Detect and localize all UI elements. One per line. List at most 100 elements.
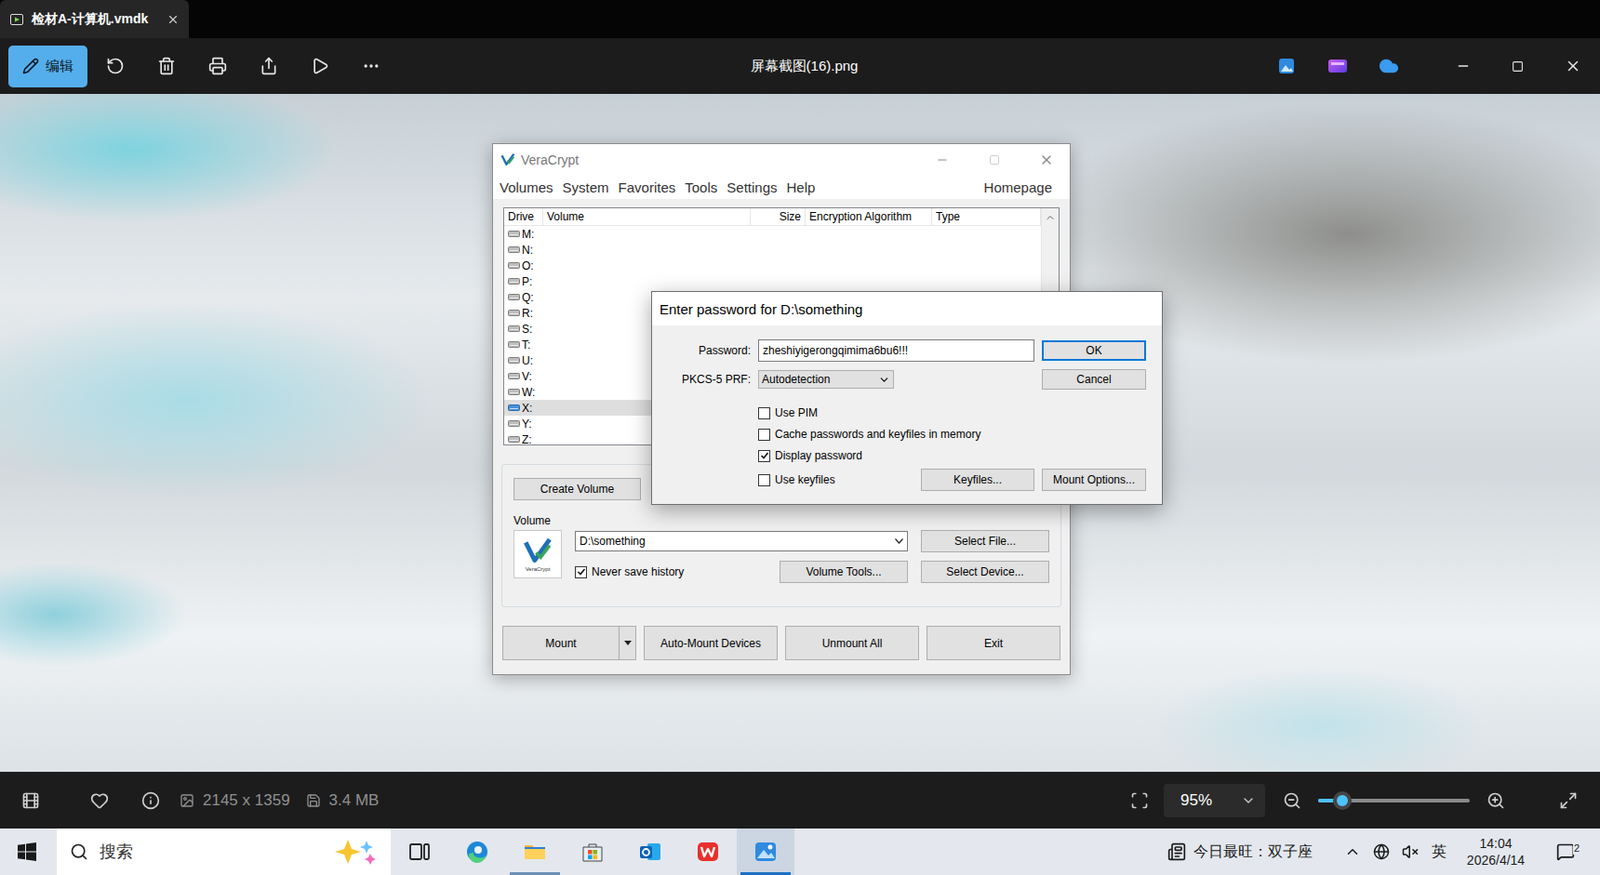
file-tab[interactable]: 检材A-计算机.vmdk <box>0 0 189 39</box>
menu-item[interactable]: System <box>558 179 614 196</box>
create-volume-button[interactable]: Create Volume <box>513 478 641 501</box>
zoom-slider[interactable] <box>1318 799 1470 803</box>
input-method-button[interactable]: 英 <box>1426 833 1453 871</box>
menu-item[interactable]: Help <box>781 179 820 196</box>
clock[interactable]: 14:042026/4/14 <box>1458 835 1534 869</box>
option-checkbox[interactable]: Cache passwords and keyfiles in memory <box>758 426 1147 443</box>
vc-close-button[interactable] <box>1023 144 1070 175</box>
action-button[interactable]: Unmount All <box>785 626 920 661</box>
zoom-slider-thumb[interactable] <box>1333 791 1352 811</box>
news-widget[interactable]: 今日最旺：双子座 <box>1167 842 1313 863</box>
checkbox[interactable] <box>758 474 771 487</box>
fullscreen-button[interactable] <box>1549 782 1587 820</box>
option-checkbox[interactable]: Display password <box>758 447 1147 465</box>
taskbar-app[interactable] <box>563 828 622 875</box>
zoom-in-button[interactable] <box>1477 782 1515 820</box>
maximize-button[interactable] <box>1490 47 1546 86</box>
clipchamp-button[interactable] <box>1319 47 1357 85</box>
zoom-dropdown[interactable]: 95% <box>1163 784 1266 818</box>
drive-icon <box>507 356 520 365</box>
dropdown-arrow-icon <box>624 640 632 646</box>
edit-button[interactable]: 编辑 <box>8 45 88 88</box>
checkbox[interactable] <box>758 407 771 420</box>
photos-icon <box>752 839 779 866</box>
share-button[interactable] <box>250 47 288 85</box>
checkbox[interactable] <box>758 450 771 463</box>
action-button[interactable]: Exit <box>926 626 1061 661</box>
volume-button[interactable] <box>1397 833 1424 871</box>
column-header[interactable]: Type <box>932 208 1041 226</box>
start-button[interactable] <box>0 828 54 875</box>
favorite-button[interactable] <box>80 782 119 820</box>
menu-item[interactable]: Volumes <box>494 179 559 196</box>
print-button[interactable] <box>199 47 237 85</box>
volume-path-combo[interactable]: D:\something <box>574 531 908 552</box>
dropdown-arrow-icon <box>894 538 904 545</box>
column-header[interactable]: Drive <box>504 208 544 226</box>
drive-row[interactable]: M: <box>504 226 1041 242</box>
checkbox[interactable] <box>574 566 587 579</box>
more-button[interactable] <box>352 47 390 85</box>
taskbar-app[interactable] <box>390 828 449 875</box>
mount-options-button[interactable]: Mount Options... <box>1041 468 1147 492</box>
mount-options-arrow[interactable] <box>618 626 636 660</box>
menu-item[interactable]: Settings <box>721 179 782 196</box>
trash-icon <box>157 56 176 76</box>
never-save-history-checkbox[interactable]: Never save history <box>574 563 767 581</box>
vc-minimize-button[interactable] <box>919 144 966 175</box>
menu-item[interactable]: Tools <box>680 179 722 196</box>
select-device-button[interactable]: Select Device... <box>920 560 1050 584</box>
file-info-button[interactable] <box>132 782 170 820</box>
mount-button[interactable]: Mount <box>502 626 637 661</box>
minimize-button[interactable] <box>1435 47 1491 86</box>
column-header[interactable]: Size <box>750 208 806 226</box>
drive-row[interactable]: P: <box>504 273 1041 290</box>
drive-icon <box>507 229 520 239</box>
onedrive-button[interactable] <box>1370 47 1408 85</box>
option-checkbox[interactable]: Use keyfiles <box>758 471 914 489</box>
photos-app-button[interactable] <box>1267 47 1306 85</box>
password-field[interactable]: zheshiyigerongqimima6bu6!!! <box>758 339 1035 362</box>
drive-icon <box>507 261 520 270</box>
keyfiles-button[interactable]: Keyfiles... <box>920 468 1035 492</box>
taskbar-app[interactable] <box>621 828 680 875</box>
edit-icon <box>22 57 40 75</box>
select-file-button[interactable]: Select File... <box>920 530 1050 553</box>
taskbar-app[interactable] <box>448 828 507 875</box>
option-checkbox[interactable]: Use PIM <box>758 404 1147 422</box>
network-button[interactable] <box>1368 833 1395 871</box>
fit-to-window-button[interactable] <box>1120 782 1159 820</box>
cancel-button[interactable]: Cancel <box>1041 369 1147 390</box>
homepage-link[interactable]: Homepage <box>979 179 1057 196</box>
column-header[interactable]: Encryption Algorithm <box>805 208 933 226</box>
drive-row[interactable]: O: <box>504 257 1041 274</box>
checkbox[interactable] <box>758 428 771 441</box>
rotate-button[interactable] <box>96 47 134 85</box>
delete-button[interactable] <box>147 47 186 85</box>
prf-select[interactable]: Autodetection <box>758 370 894 389</box>
drive-letter: S: <box>521 322 533 336</box>
filmstrip-button[interactable] <box>12 782 50 820</box>
zoom-out-button[interactable] <box>1273 782 1311 820</box>
drive-row[interactable]: N: <box>504 241 1041 258</box>
taskbar-app[interactable] <box>506 828 564 875</box>
taskbar: 搜索 今日最旺：双子座 英14:042026/4/14 2 <box>0 828 1600 875</box>
drive-letter: T: <box>521 338 531 352</box>
taskbar-app[interactable] <box>736 828 795 875</box>
ok-button[interactable]: OK <box>1041 340 1147 361</box>
scroll-up-button[interactable] <box>1041 208 1059 227</box>
close-tab-icon[interactable] <box>166 13 180 27</box>
show-hidden-icons-button[interactable] <box>1339 833 1366 871</box>
search-box[interactable]: 搜索 <box>56 828 391 875</box>
drive-letter: X: <box>521 401 533 415</box>
taskbar-app[interactable] <box>679 828 737 875</box>
close-button[interactable] <box>1545 47 1600 86</box>
menu-item[interactable]: Favorites <box>613 179 681 196</box>
volume-tools-button[interactable]: Volume Tools... <box>779 560 908 584</box>
notifications-button[interactable]: 2 <box>1545 841 1587 863</box>
column-header[interactable]: Volume <box>543 208 751 226</box>
photos-app-icon <box>1277 56 1296 76</box>
clock-date: 2026/4/14 <box>1466 852 1525 869</box>
slideshow-button[interactable] <box>301 47 339 85</box>
action-button[interactable]: Auto-Mount Devices <box>643 626 778 661</box>
